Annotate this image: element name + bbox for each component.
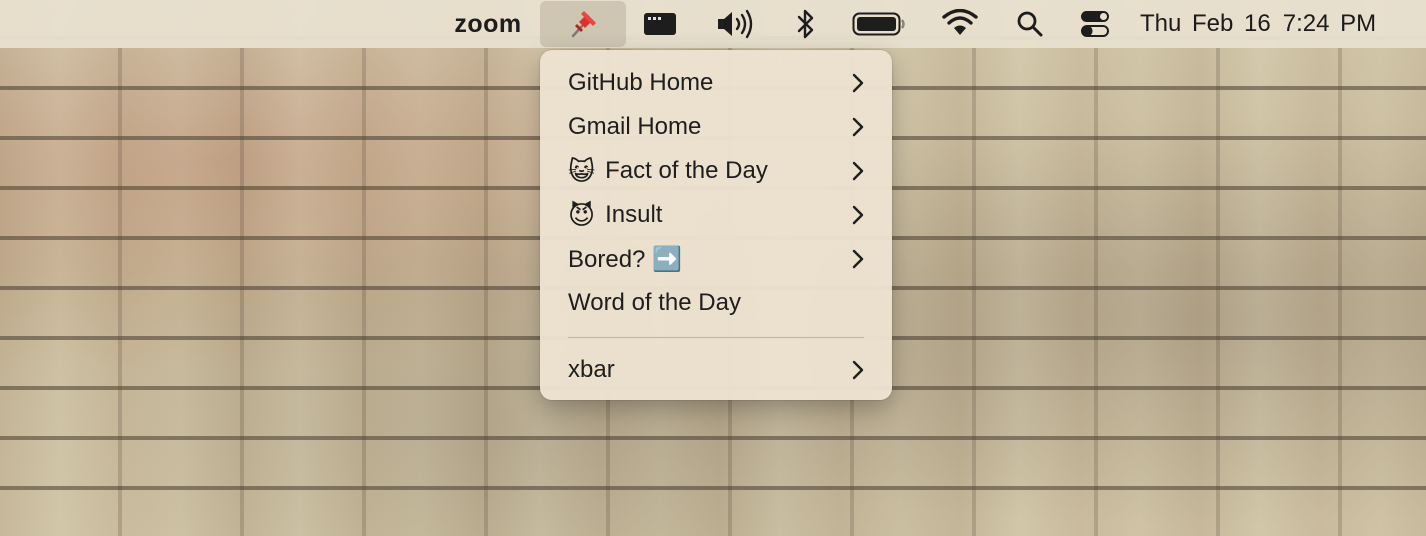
menu-item-github-home[interactable]: GitHub Home bbox=[540, 61, 892, 105]
cat-emoji-icon: 😺 bbox=[568, 156, 596, 186]
control-center-icon bbox=[1081, 11, 1109, 37]
battery-icon bbox=[852, 12, 905, 36]
zoom-menu[interactable]: zoom bbox=[446, 0, 530, 48]
volume-icon bbox=[718, 9, 753, 39]
bluetooth-menu[interactable] bbox=[792, 0, 820, 48]
xbar-dropdown-menu: GitHub Home Gmail Home 😺 Fact of the Day… bbox=[540, 50, 892, 400]
chevron-right-icon bbox=[852, 249, 864, 269]
menu-item-gmail-home[interactable]: Gmail Home bbox=[540, 105, 892, 149]
menu-item-insult[interactable]: 😈 Insult bbox=[540, 193, 892, 237]
wifi-icon bbox=[942, 9, 978, 35]
menu-item-label: Word of the Day bbox=[568, 289, 741, 316]
bluetooth-icon bbox=[797, 9, 814, 39]
window-menu[interactable] bbox=[640, 0, 680, 48]
menu-item-fact-of-the-day[interactable]: 😺 Fact of the Day bbox=[540, 149, 892, 193]
menu-item-xbar[interactable]: xbar bbox=[540, 348, 892, 392]
pushpin-icon bbox=[571, 11, 596, 38]
spotlight-menu[interactable] bbox=[1014, 0, 1046, 48]
menu-bar: zoom Thu Feb 16 7:24 PM bbox=[0, 0, 1426, 48]
menu-item-word-of-the-day[interactable]: Word of the Day bbox=[540, 281, 892, 325]
menu-item-bored[interactable]: Bored? ➡️ bbox=[540, 237, 892, 281]
menu-separator bbox=[568, 337, 864, 338]
battery-menu[interactable] bbox=[852, 0, 906, 48]
menu-item-label: Fact of the Day bbox=[605, 157, 768, 184]
menu-item-label: GitHub Home bbox=[568, 69, 714, 96]
chevron-right-icon bbox=[852, 73, 864, 93]
devil-emoji-icon: 😈 bbox=[568, 200, 596, 230]
control-center-menu[interactable] bbox=[1078, 0, 1112, 48]
chevron-right-icon bbox=[852, 205, 864, 225]
volume-menu[interactable] bbox=[714, 0, 758, 48]
search-icon bbox=[1017, 11, 1043, 37]
menu-item-label: Bored? ➡️ bbox=[568, 245, 682, 273]
chevron-right-icon bbox=[852, 360, 864, 380]
menu-item-label: Gmail Home bbox=[568, 113, 702, 140]
chevron-right-icon bbox=[852, 161, 864, 181]
window-icon bbox=[644, 13, 676, 35]
menu-item-label: Insult bbox=[605, 201, 663, 228]
clock-time: 7:24 PM bbox=[1282, 10, 1377, 37]
chevron-right-icon bbox=[852, 117, 864, 137]
zoom-label: zoom bbox=[454, 9, 522, 38]
wifi-menu[interactable] bbox=[940, 0, 980, 48]
menu-item-label: xbar bbox=[568, 356, 615, 383]
menubar-clock[interactable]: Thu Feb 16 7:24 PM bbox=[1140, 0, 1400, 48]
clock-date: Thu Feb 16 bbox=[1140, 10, 1271, 37]
xbar-pushpin-button[interactable] bbox=[540, 1, 626, 47]
